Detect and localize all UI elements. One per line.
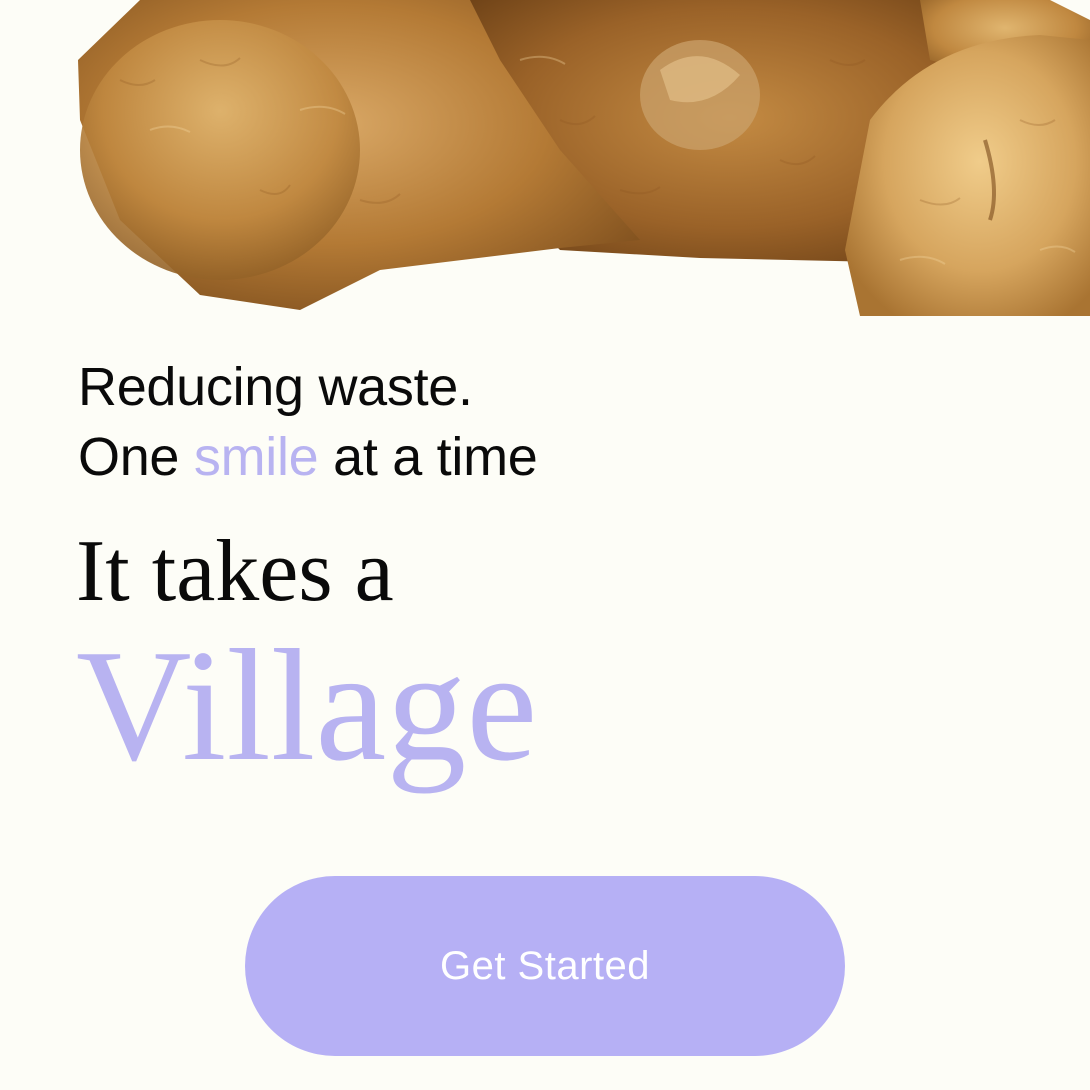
tagline-line-2: One smile at a time	[78, 422, 538, 492]
tagline: Reducing waste. One smile at a time	[78, 352, 538, 492]
headline-highlight: Village	[76, 616, 538, 794]
teddy-bear-illustration	[0, 0, 1090, 316]
hero-image-teddy-bear	[0, 0, 1090, 316]
get-started-button[interactable]: Get Started	[245, 876, 845, 1056]
tagline-line-2-prefix: One	[78, 427, 194, 487]
tagline-accent-word: smile	[193, 427, 319, 487]
headline: It takes a	[76, 523, 394, 620]
tagline-line-2-suffix: at a time	[318, 427, 538, 487]
tagline-line-1: Reducing waste.	[78, 357, 473, 417]
